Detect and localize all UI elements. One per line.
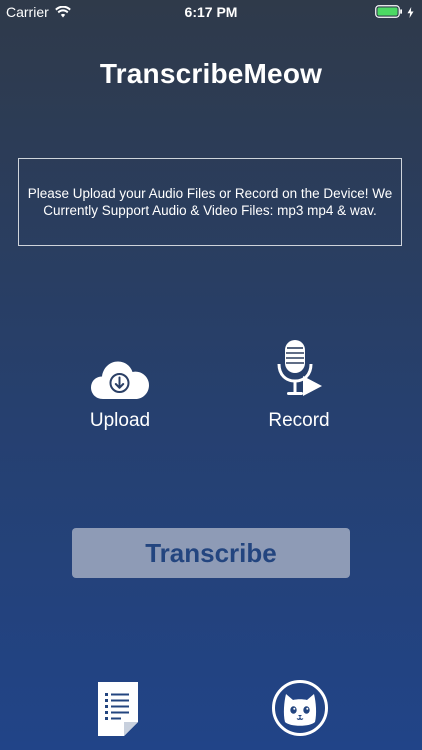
record-button[interactable]: Record [234,340,364,440]
transcribe-button[interactable]: Transcribe [72,528,350,578]
app-title: TranscribeMeow [99,58,323,89]
bolt-icon [407,5,414,23]
status-time: 6:17 PM [184,4,238,20]
info-box: Please Upload your Audio Files or Record… [18,158,402,246]
profile-button[interactable] [272,680,328,736]
upload-button[interactable]: Upload [55,340,185,440]
documents-button[interactable] [96,680,140,736]
status-right [375,5,414,23]
microphone-play-icon [274,340,324,400]
cat-face-icon [272,680,328,740]
upload-label: Upload [89,410,151,431]
document-list-icon [96,682,140,740]
cloud-download-icon [91,340,149,400]
status-bar: Carrier 6:17 PM [0,0,422,24]
info-message: Please Upload your Audio Files or Record… [27,186,393,218]
record-label: Record [268,410,330,431]
battery-icon [375,5,403,23]
